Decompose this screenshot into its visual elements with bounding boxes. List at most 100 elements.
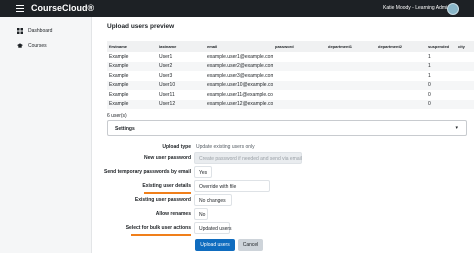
table-cell: 1	[426, 61, 456, 71]
table-cell: example.user1@example.com	[207, 53, 273, 60]
existing-user-details-select[interactable]: Override with file	[194, 180, 270, 192]
main-content: Upload users preview firstname lastname …	[92, 17, 474, 253]
table-cell	[456, 52, 474, 62]
send-temp-passwords-label: Send temporary passwords by email	[104, 169, 191, 175]
table-cell	[273, 80, 326, 90]
settings-label: Settings	[115, 126, 135, 132]
table-cell: 0	[426, 80, 456, 90]
table-row: Example User11 example.user11@example.co…	[107, 90, 474, 100]
table-cell: Example	[109, 53, 129, 60]
table-cell: User11	[159, 91, 175, 98]
allow-renames-label: Allow renames	[155, 211, 191, 217]
table-cell	[326, 61, 376, 71]
table-cell	[273, 99, 326, 109]
preview-table: firstname lastname email password depart…	[107, 41, 474, 109]
new-user-password-select[interactable]: Create password if needed and send via e…	[194, 152, 302, 164]
table-cell	[376, 99, 426, 109]
table-cell: 0	[428, 91, 431, 98]
form-row-existing-user-details: Existing user details Override with file	[92, 180, 474, 192]
table-cell	[456, 80, 474, 90]
table-cell: 1	[428, 72, 431, 79]
table-cell	[326, 90, 376, 100]
upload-type-label: Upload type	[162, 144, 191, 150]
table-cell	[273, 90, 326, 100]
column-header: password	[273, 41, 326, 52]
form-row-new-user-password: New user password Create password if nee…	[92, 152, 474, 164]
table-cell: example.user3@example.com	[207, 72, 273, 79]
upload-type-value: Update existing users only	[196, 144, 255, 150]
table-cell: Example	[107, 61, 157, 71]
sidebar-item-label: Courses	[28, 43, 47, 49]
graduation-cap-icon	[17, 43, 23, 49]
table-cell: example.user10@example.com	[205, 80, 273, 90]
table-cell	[326, 80, 376, 90]
table-cell	[326, 71, 376, 81]
column-header: department1	[326, 41, 376, 52]
table-cell: User12	[157, 99, 205, 109]
column-header: lastname	[157, 41, 205, 52]
avatar[interactable]	[447, 3, 459, 15]
form-row-allow-renames: Allow renames No	[92, 208, 474, 220]
sidebar-item-courses[interactable]: Courses	[17, 41, 47, 51]
send-temp-passwords-select[interactable]: Yes	[194, 166, 212, 178]
page-title: Upload users preview	[107, 23, 175, 30]
bulk-actions-select[interactable]: Updated users	[194, 222, 232, 234]
table-cell: User2	[157, 61, 205, 71]
table-cell: User3	[159, 72, 173, 79]
table-cell	[376, 61, 426, 71]
column-header: suspended	[426, 41, 456, 52]
table-header-row: firstname lastname email password depart…	[107, 41, 474, 52]
existing-user-password-select[interactable]: No changes	[194, 194, 232, 206]
dashboard-icon	[17, 28, 23, 34]
menu-icon[interactable]	[16, 5, 24, 12]
table-cell	[456, 61, 474, 71]
table-cell	[376, 80, 426, 90]
upload-users-button[interactable]: Upload users	[195, 239, 235, 251]
sidebar-item-dashboard[interactable]: Dashboard	[17, 26, 52, 36]
form-row-send-temp-passwords: Send temporary passwords by email Yes	[92, 166, 474, 178]
form-row-existing-user-password: Existing user password No changes	[92, 194, 474, 206]
table-cell	[456, 99, 474, 109]
table-cell	[273, 52, 326, 62]
table-row: Example User2 example.user2@example.com …	[107, 61, 474, 71]
settings-section-toggle[interactable]: Settings ▾	[107, 120, 467, 136]
table-row: Example User1 example.user1@example.com …	[107, 52, 474, 62]
table-cell: 0	[426, 99, 456, 109]
table-cell	[376, 90, 426, 100]
table-cell: Example	[109, 72, 129, 79]
allow-renames-select[interactable]: No	[194, 208, 208, 220]
top-navbar: CourseCloud® Katie Moody - Learning Admi…	[0, 0, 474, 17]
table-row: Example User3 example.user3@example.com …	[107, 71, 474, 81]
bulk-actions-label: Select for bulk user actions	[125, 225, 191, 231]
new-user-password-label: New user password	[144, 155, 191, 161]
user-name[interactable]: Katie Moody - Learning Admin	[383, 5, 450, 11]
table-cell	[376, 52, 426, 62]
table-cell	[376, 71, 426, 81]
table-cell: 1	[428, 53, 431, 60]
table-row: Example User12 example.user12@example.co…	[107, 99, 474, 109]
sidebar-item-label: Dashboard	[28, 28, 53, 34]
form-row-bulk-actions: Select for bulk user actions Updated use…	[92, 222, 474, 234]
column-header: department2	[376, 41, 426, 52]
user-count: 6 user(s)	[107, 113, 127, 119]
table-cell: Example	[109, 91, 129, 98]
column-header: city	[456, 41, 474, 52]
table-cell: example.user2@example.com	[205, 61, 273, 71]
table-cell: User1	[159, 53, 173, 60]
cancel-button[interactable]: Cancel	[238, 239, 263, 251]
table-row: Example User10 example.user10@example.co…	[107, 80, 474, 90]
column-header: email	[205, 41, 273, 52]
chevron-down-icon: ▾	[455, 125, 458, 131]
table-cell	[326, 99, 376, 109]
table-cell	[273, 61, 326, 71]
sidebar: Dashboard Courses	[0, 17, 92, 253]
existing-user-details-label: Existing user details	[142, 183, 191, 189]
brand-logo[interactable]: CourseCloud®	[31, 3, 94, 13]
table-cell	[456, 71, 474, 81]
highlight-underline	[131, 234, 191, 236]
table-cell: Example	[107, 80, 157, 90]
column-header: firstname	[107, 41, 157, 52]
table-cell: example.user11@example.com	[207, 91, 273, 98]
table-cell	[273, 71, 326, 81]
table-cell: Example	[107, 99, 157, 109]
